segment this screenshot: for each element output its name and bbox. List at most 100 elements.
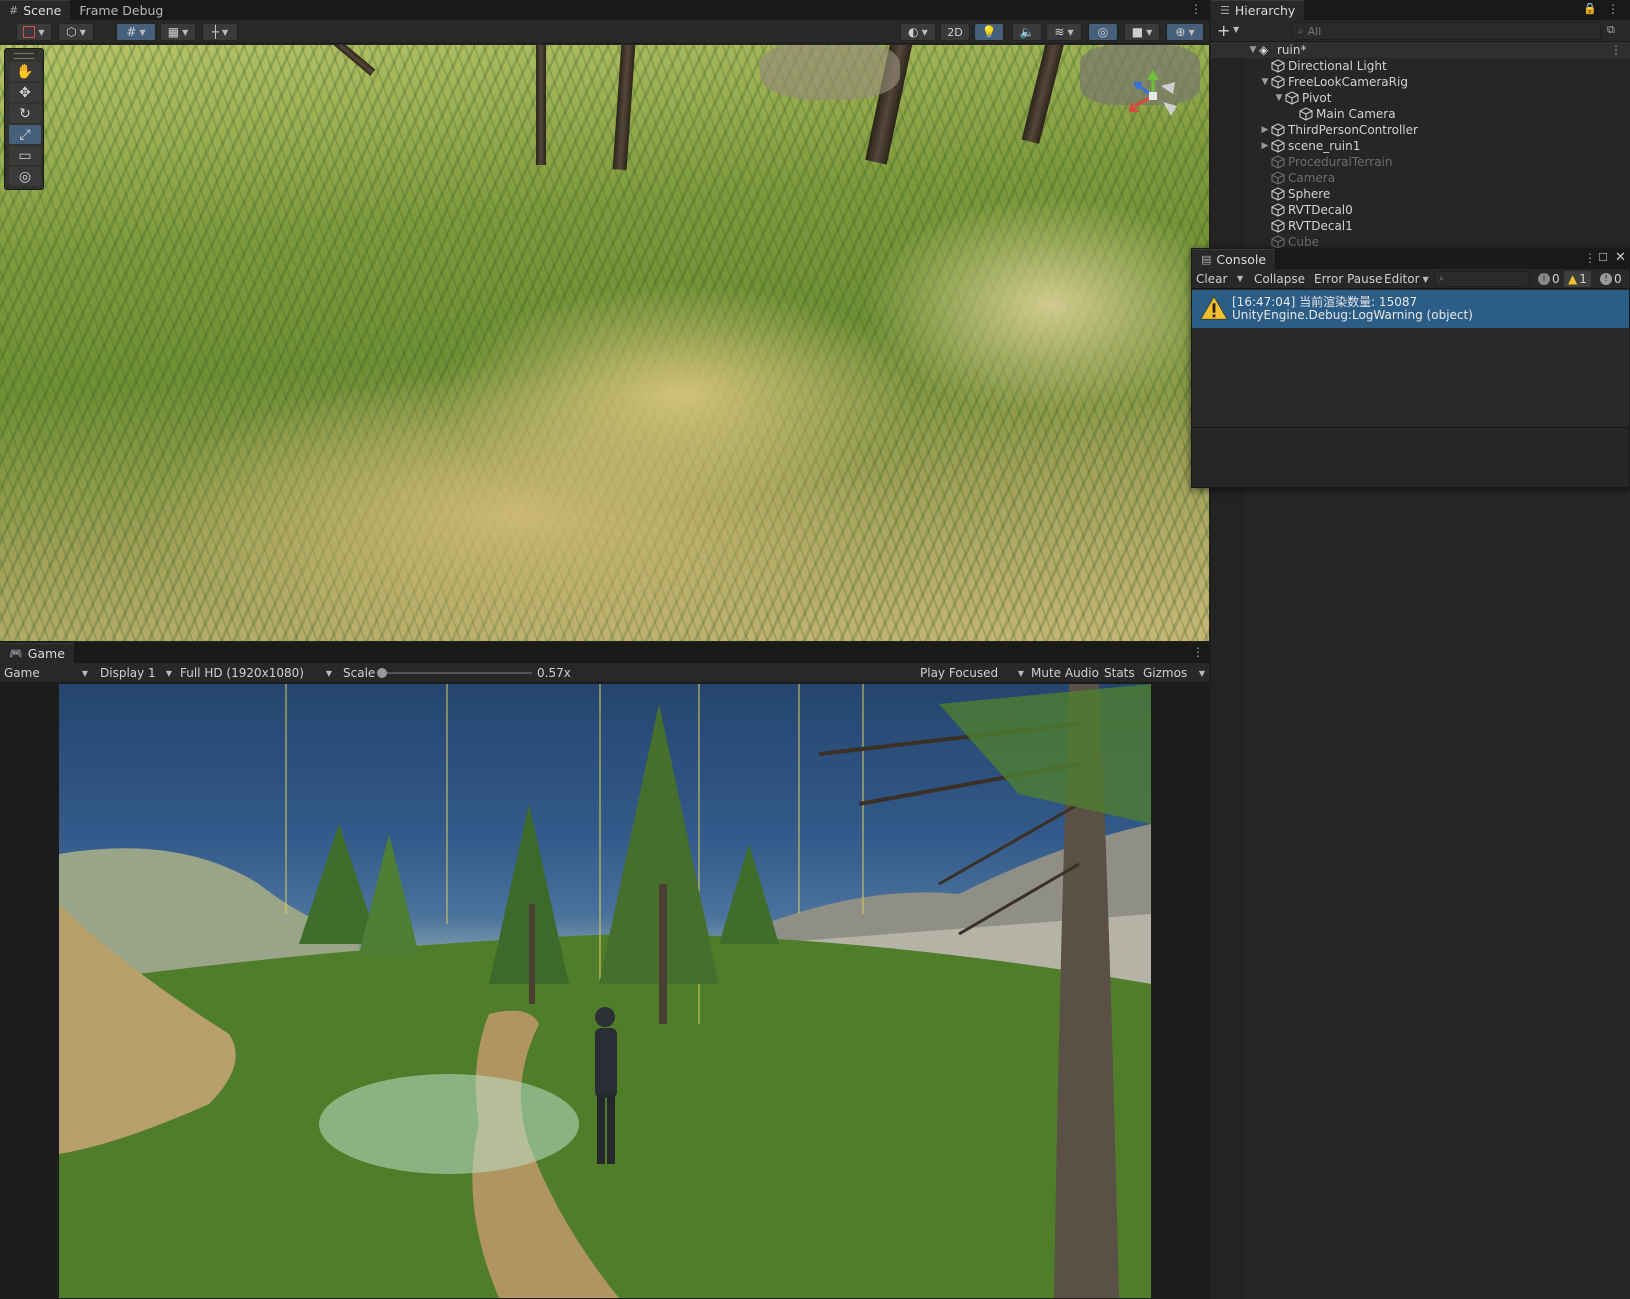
rect-tool-button[interactable]: ▭ (9, 146, 41, 165)
kebab-menu-icon[interactable]: ⋮ (1607, 2, 1619, 16)
hierarchy-item-camera[interactable]: Camera (1211, 170, 1630, 186)
tab-frame-debug[interactable]: Frame Debug (70, 0, 172, 20)
tab-hierarchy-label: Hierarchy (1234, 3, 1296, 18)
fold-arrow-icon[interactable]: ▼ (1259, 77, 1271, 87)
chevron-down-icon: ▼ (1188, 27, 1195, 37)
add-object-button[interactable]: + (1217, 21, 1230, 40)
fold-arrow-icon[interactable]: ▶ (1259, 141, 1271, 151)
console-log-entry[interactable]: [16:47:04] 当前渲染数量: 15087 UnityEngine.Deb… (1192, 290, 1629, 328)
rotate-tool-button[interactable]: ↻ (9, 104, 41, 123)
lock-icon[interactable]: 🔒 (1583, 2, 1597, 15)
kebab-menu-icon[interactable]: ⋮ (1192, 645, 1204, 659)
pine-trunk (529, 904, 535, 1004)
hierarchy-item-label: Directional Light (1288, 59, 1387, 73)
hierarchy-item-label: scene_ruin1 (1288, 139, 1361, 153)
display-dropdown[interactable]: Display 1 ▼ (100, 665, 172, 681)
grid-snap-toggle[interactable]: # ▼ (116, 23, 156, 41)
mute-audio-toggle[interactable]: Mute Audio (1031, 665, 1099, 681)
search-options-icon[interactable]: ⧉ (1607, 23, 1615, 37)
stats-toggle[interactable]: Stats (1104, 665, 1135, 681)
resolution-dropdown[interactable]: Full HD (1920x1080) ▼ (180, 665, 332, 681)
grid-visibility-dropdown[interactable]: ▦ ▼ (160, 23, 196, 41)
audio-toggle[interactable]: 🔈 (1012, 23, 1042, 41)
chevron-down-icon: ▼ (81, 668, 88, 678)
chevron-down-icon[interactable]: ▼ (1233, 25, 1239, 34)
pine-trunk (659, 884, 667, 1024)
game-tabbar: 🎮 Game ⋮ (0, 643, 1209, 663)
hierarchy-item-main-camera[interactable]: Main Camera (1211, 106, 1630, 122)
close-icon[interactable]: ✕ (1615, 250, 1626, 265)
hierarchy-item-third-person-controller[interactable]: ▶ ThirdPersonController (1211, 122, 1630, 138)
move-arrows-icon: ✥ (19, 84, 31, 101)
ruler-icon: ┼ (211, 25, 220, 39)
tab-console-label: Console (1216, 252, 1267, 267)
layers-icon: ≋ (1054, 25, 1065, 39)
move-tool-button[interactable]: ✥ (9, 83, 41, 102)
hierarchy-item-rvtdecal0[interactable]: RVTDecal0 (1211, 202, 1630, 218)
hierarchy-tree: ▼ ◈ ruin* ⋮ Directional Light ▼ FreeLook… (1211, 42, 1630, 1299)
palette-grip[interactable] (14, 53, 34, 59)
rotate-icon: ↻ (19, 105, 31, 122)
chevron-down-icon[interactable]: ▼ (1237, 274, 1243, 283)
gizmos-dropdown[interactable]: Gizmos ▼ (1143, 665, 1205, 681)
fold-arrow-icon[interactable]: ▼ (1247, 45, 1259, 55)
play-mode-dropdown[interactable]: Play Focused ▼ (920, 665, 1024, 681)
hierarchy-scene-root[interactable]: ▼ ◈ ruin* ⋮ (1211, 42, 1630, 58)
info-filter-toggle[interactable]: i 0 (1534, 271, 1564, 287)
effects-dropdown[interactable]: ≋ ▼ (1046, 23, 1082, 41)
scene-viewport[interactable]: ✋ ✥ ↻ ⤢ ▭ ◎ (0, 45, 1209, 641)
shading-dropdown[interactable]: ⬡ ▼ (58, 23, 94, 41)
hierarchy-item-rvtdecal1[interactable]: RVTDecal1 (1211, 218, 1630, 234)
editor-dropdown[interactable]: Editor ▼ (1380, 271, 1433, 287)
scale-slider[interactable] (377, 668, 532, 678)
warning-filter-toggle[interactable]: ▲ 1 (1564, 271, 1591, 287)
tool-palette: ✋ ✥ ↻ ⤢ ▭ ◎ (4, 48, 44, 190)
kebab-menu-icon[interactable]: ⋮ (1584, 251, 1596, 265)
error-pause-button[interactable]: Error Pause (1310, 271, 1386, 287)
mode-2d-toggle[interactable]: 2D (940, 23, 970, 41)
tab-hierarchy[interactable]: ☰ Hierarchy (1211, 0, 1305, 20)
error-filter-toggle[interactable]: ! 0 (1596, 271, 1626, 287)
lighting-toggle[interactable]: 💡 (974, 23, 1004, 41)
gizmos-dropdown[interactable]: ⊕ ▼ (1166, 23, 1204, 41)
orientation-gizmo[interactable] (1125, 68, 1181, 124)
rect-icon: ▭ (18, 147, 32, 164)
draw-mode-dropdown[interactable]: ▼ (16, 23, 52, 41)
camera-dropdown[interactable]: ■ ▼ (1124, 23, 1160, 41)
hierarchy-item-procedural-terrain[interactable]: ProceduralTerrain (1211, 154, 1630, 170)
hierarchy-item-sphere[interactable]: Sphere (1211, 186, 1630, 202)
clear-button[interactable]: Clear (1192, 271, 1231, 287)
increment-snap-dropdown[interactable]: ┼ ▼ (202, 23, 238, 41)
scale-value: 0.57x (537, 665, 571, 681)
console-search-input[interactable]: ⌕ (1434, 271, 1530, 287)
shading-sphere-dropdown[interactable]: ◐ ▼ (900, 23, 936, 41)
hierarchy-item-label: Sphere (1288, 187, 1331, 201)
tab-scene[interactable]: # Scene (0, 0, 71, 20)
view-mode-dropdown[interactable]: Game ▼ (4, 665, 88, 681)
transform-tool-button[interactable]: ◎ (9, 167, 41, 186)
hidden-objects-toggle[interactable]: ◎ (1088, 23, 1118, 41)
hierarchy-tabbar: ☰ Hierarchy 🔒 ⋮ (1211, 0, 1630, 20)
fold-arrow-icon[interactable]: ▶ (1259, 125, 1271, 135)
hand-tool-button[interactable]: ✋ (9, 62, 41, 81)
hierarchy-item-pivot[interactable]: ▼ Pivot (1211, 90, 1630, 106)
collapse-button[interactable]: Collapse (1250, 271, 1309, 287)
tree-trunk (1021, 45, 1066, 144)
hierarchy-item-scene-ruin1[interactable]: ▶ scene_ruin1 (1211, 138, 1630, 154)
kebab-menu-icon[interactable]: ⋮ (1190, 2, 1202, 16)
hierarchy-item-directional-light[interactable]: Directional Light (1211, 58, 1630, 74)
console-toolbar: Clear ▼ Collapse Error Pause Editor ▼ ⌕ … (1192, 269, 1629, 289)
kebab-menu-icon[interactable]: ⋮ (1610, 43, 1622, 57)
tab-console[interactable]: ▤ Console (1192, 249, 1276, 269)
maximize-icon[interactable]: ☐ (1598, 251, 1608, 264)
tab-game[interactable]: 🎮 Game (0, 643, 74, 663)
tab-game-label: Game (27, 646, 65, 661)
scale-tool-button[interactable]: ⤢ (9, 125, 41, 144)
hierarchy-search-input[interactable]: ⌕ All (1291, 22, 1601, 40)
eye-slash-icon: ◎ (1097, 25, 1109, 39)
console-detail-pane[interactable] (1192, 427, 1629, 487)
fold-arrow-icon[interactable]: ▼ (1273, 93, 1285, 103)
game-viewport[interactable] (59, 684, 1151, 1298)
scale-slider-handle[interactable] (377, 668, 387, 678)
hierarchy-item-freelook-camera-rig[interactable]: ▼ FreeLookCameraRig (1211, 74, 1630, 90)
